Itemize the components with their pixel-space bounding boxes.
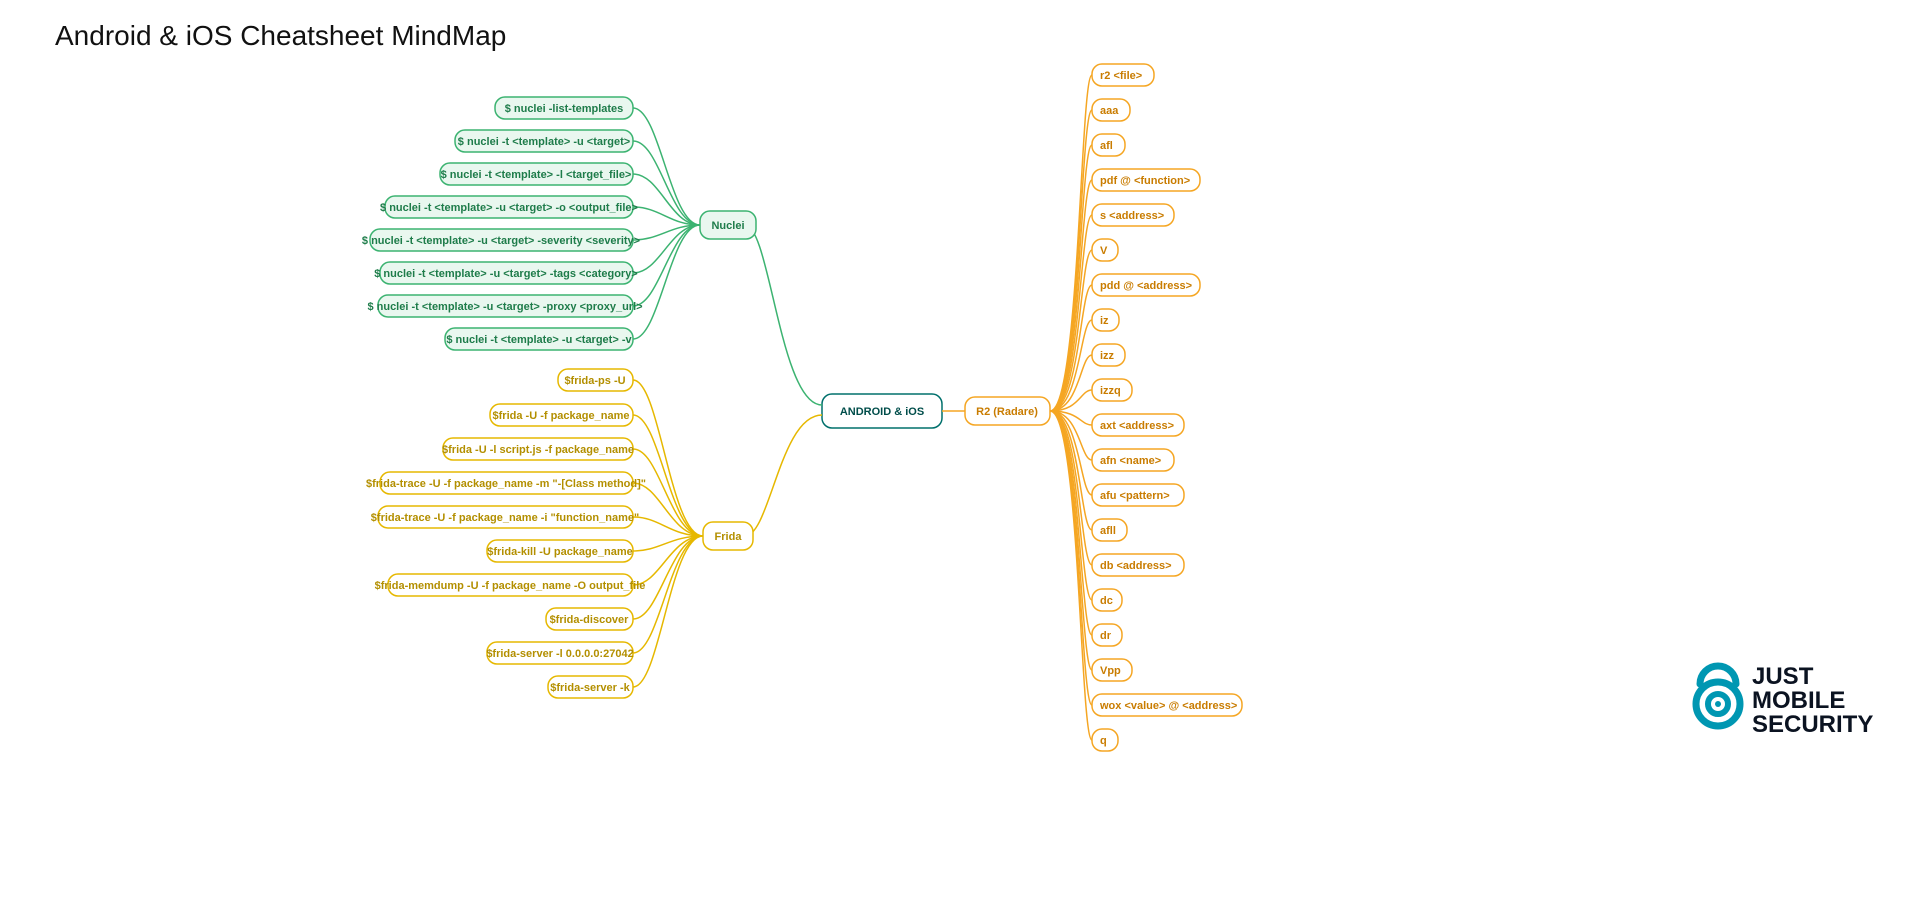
svg-text:$ nuclei -t <template> -u <tar: $ nuclei -t <template> -u <target> bbox=[458, 136, 630, 148]
svg-text:$ nuclei -t <template> -u <tar: $ nuclei -t <template> -u <target> -v bbox=[446, 334, 632, 346]
svg-text:V: V bbox=[1100, 245, 1108, 257]
radare-label: R2 (Radare) bbox=[976, 406, 1038, 418]
svg-text:s <address>: s <address> bbox=[1100, 210, 1164, 222]
nuclei-leaf-4: $ nuclei -t <template> -u <target> -seve… bbox=[362, 225, 700, 251]
svg-text:axt <address>: axt <address> bbox=[1100, 420, 1174, 432]
svg-text:$frida-ps -U: $frida-ps -U bbox=[564, 375, 625, 387]
frida-leaf-5: $frida-kill -U package_name bbox=[487, 536, 703, 562]
svg-text:$ nuclei -t <template> -u <tar: $ nuclei -t <template> -u <target> -prox… bbox=[367, 301, 642, 313]
svg-text:$frida-discover: $frida-discover bbox=[550, 614, 630, 626]
svg-text:dr: dr bbox=[1100, 630, 1112, 642]
radare-node: R2 (Radare) bbox=[965, 397, 1050, 425]
svg-text:$ nuclei -t <template> -u <tar: $ nuclei -t <template> -u <target> -seve… bbox=[362, 235, 640, 247]
svg-text:izzq: izzq bbox=[1100, 385, 1121, 397]
svg-text:Vpp: Vpp bbox=[1100, 665, 1121, 677]
logo-line3: SECURITY bbox=[1752, 711, 1873, 738]
svg-text:db <address>: db <address> bbox=[1100, 560, 1172, 572]
svg-text:$ nuclei -t <template> -l <tar: $ nuclei -t <template> -l <target_file> bbox=[441, 169, 632, 181]
svg-text:$frida-trace -U -f package_nam: $frida-trace -U -f package_name -m "-[Cl… bbox=[366, 478, 646, 490]
edge-root-frida bbox=[745, 415, 822, 536]
svg-text:pdf @ <function>: pdf @ <function> bbox=[1100, 175, 1190, 187]
nuclei-leaf-3: $ nuclei -t <template> -u <target> -o <o… bbox=[380, 196, 700, 225]
radare-leaf-10: axt <address> bbox=[1050, 411, 1184, 436]
svg-text:afll: afll bbox=[1100, 525, 1116, 537]
svg-text:q: q bbox=[1100, 735, 1107, 747]
root-label: ANDROID & iOS bbox=[840, 406, 924, 418]
nuclei-label: Nuclei bbox=[711, 220, 744, 232]
svg-text:dc: dc bbox=[1100, 595, 1113, 607]
svg-text:$ nuclei -list-templates: $ nuclei -list-templates bbox=[505, 103, 624, 115]
mindmap-canvas: ANDROID & iOS Nuclei $ nuclei -list-temp… bbox=[0, 0, 1920, 922]
logo-line1: JUST bbox=[1752, 663, 1814, 690]
lock-icon bbox=[1696, 666, 1740, 726]
svg-text:$frida-memdump -U -f package_n: $frida-memdump -U -f package_name -O out… bbox=[375, 580, 646, 592]
svg-text:wox <value> @ <address>: wox <value> @ <address> bbox=[1099, 700, 1237, 712]
svg-text:$frida-server -k: $frida-server -k bbox=[550, 682, 630, 694]
svg-text:pdd @ <address>: pdd @ <address> bbox=[1100, 280, 1192, 292]
frida-node: Frida bbox=[703, 522, 753, 550]
page-title: Android & iOS Cheatsheet MindMap bbox=[55, 20, 506, 52]
brand-logo: JUST MOBILE SECURITY bbox=[1696, 663, 1873, 738]
svg-text:$frida-trace -U -f package_nam: $frida-trace -U -f package_name -i "func… bbox=[371, 512, 639, 524]
svg-text:afu <pattern>: afu <pattern> bbox=[1100, 490, 1170, 502]
logo-line2: MOBILE bbox=[1752, 687, 1845, 714]
edge-root-nuclei bbox=[745, 225, 822, 405]
nuclei-node: Nuclei bbox=[700, 211, 756, 239]
svg-text:$frida -U -l script.js -f pack: $frida -U -l script.js -f package_name bbox=[442, 444, 634, 456]
svg-text:$frida-kill -U package_name: $frida-kill -U package_name bbox=[487, 546, 633, 558]
svg-text:$frida -U -f package_name: $frida -U -f package_name bbox=[493, 410, 630, 422]
svg-text:iz: iz bbox=[1100, 315, 1109, 327]
svg-text:izz: izz bbox=[1100, 350, 1115, 362]
frida-label: Frida bbox=[715, 531, 743, 543]
svg-text:$ nuclei -t <template> -u <tar: $ nuclei -t <template> -u <target> -tags… bbox=[374, 268, 637, 280]
svg-text:r2 <file>: r2 <file> bbox=[1100, 70, 1142, 82]
svg-text:$frida-server -l 0.0.0.0:27042: $frida-server -l 0.0.0.0:27042 bbox=[486, 648, 633, 660]
svg-text:afl: afl bbox=[1100, 140, 1113, 152]
svg-text:aaa: aaa bbox=[1100, 105, 1119, 117]
radare-leaf-15: dc bbox=[1050, 411, 1122, 611]
svg-text:$ nuclei -t <template> -u <tar: $ nuclei -t <template> -u <target> -o <o… bbox=[380, 202, 638, 214]
svg-text:afn <name>: afn <name> bbox=[1100, 455, 1161, 467]
root-node: ANDROID & iOS bbox=[822, 394, 942, 428]
frida-leaf-4: $frida-trace -U -f package_name -i "func… bbox=[371, 506, 703, 536]
